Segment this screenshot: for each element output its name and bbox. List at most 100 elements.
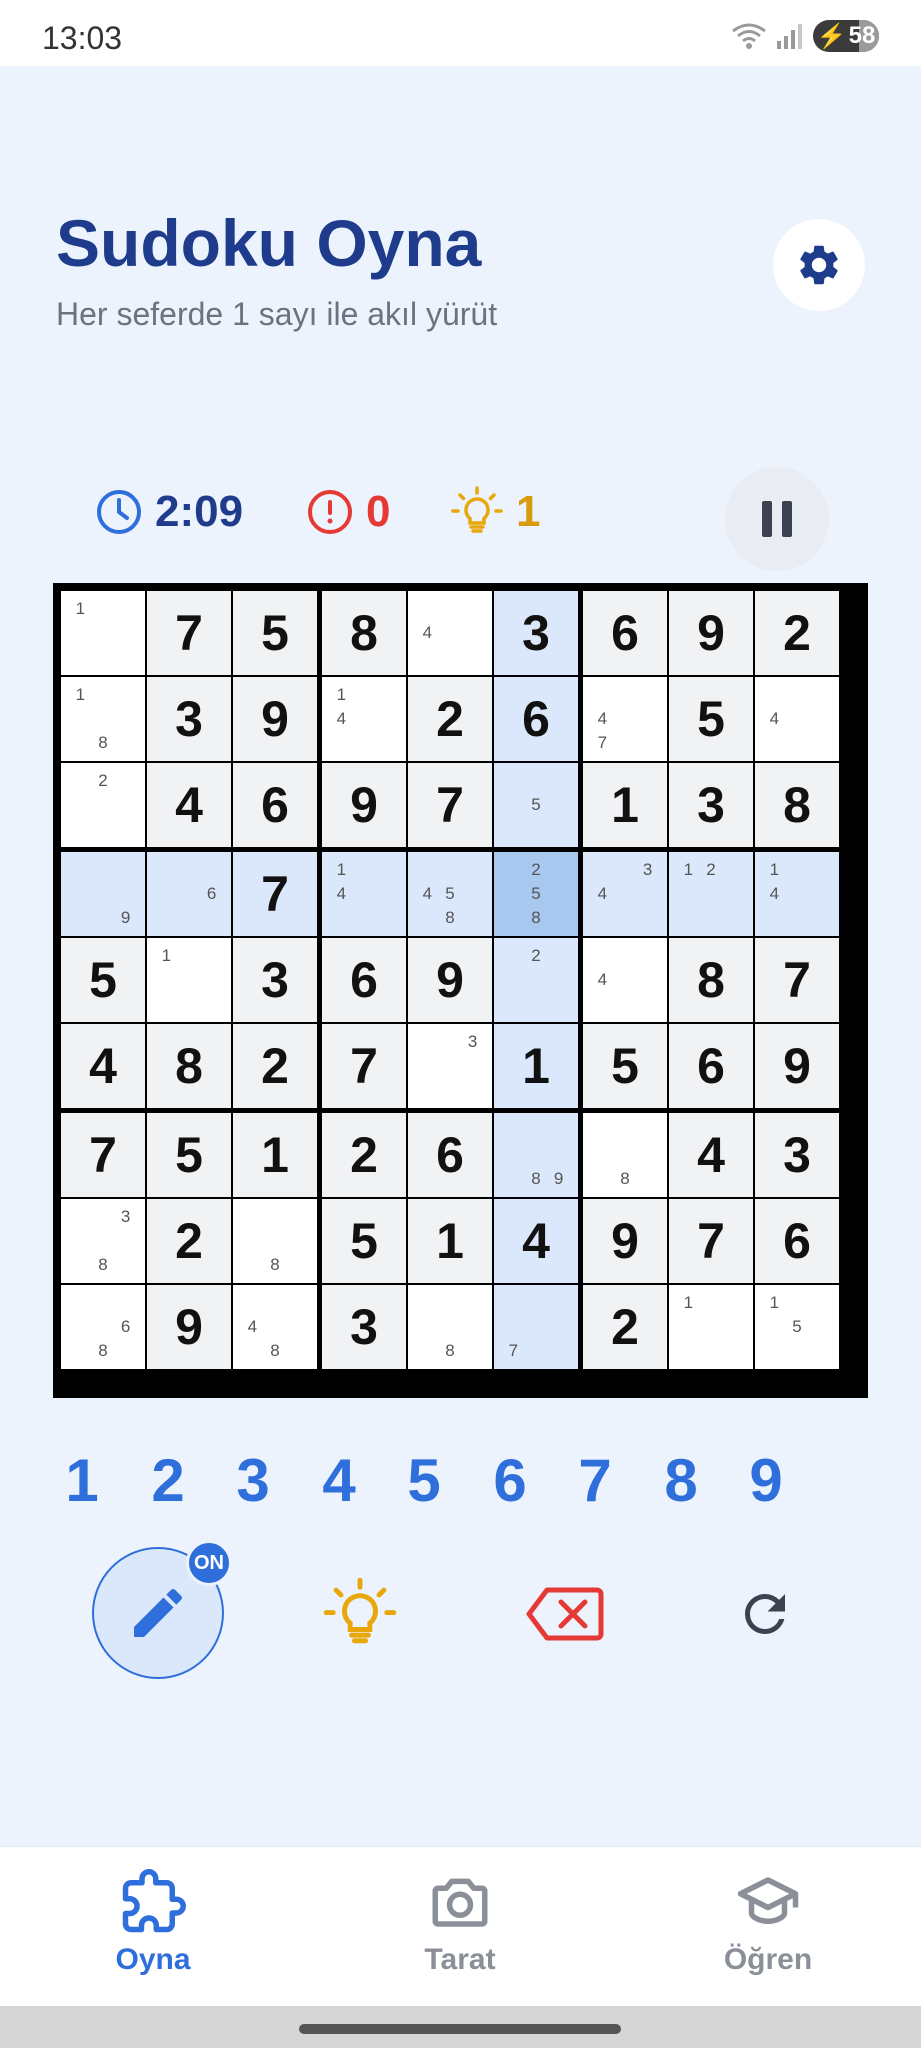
sudoku-cell[interactable]: 1 [494,1024,578,1108]
sudoku-cell[interactable]: 14 [322,852,406,936]
sudoku-cell[interactable]: 4 [583,938,667,1022]
sudoku-cell[interactable]: 7 [494,1285,578,1369]
sudoku-cell[interactable]: 4 [669,1113,753,1197]
sudoku-cell[interactable]: 9 [408,938,492,1022]
sudoku-cell[interactable]: 2 [61,763,145,847]
number-button[interactable]: 6 [475,1440,545,1520]
sudoku-cell[interactable]: 1 [583,763,667,847]
sudoku-cell[interactable]: 6 [408,1113,492,1197]
sudoku-cell[interactable]: 8 [147,1024,231,1108]
sudoku-cell[interactable]: 3 [755,1113,839,1197]
sudoku-cell[interactable]: 7 [147,591,231,675]
sudoku-cell[interactable]: 6 [147,852,231,936]
sudoku-cell[interactable]: 6 [755,1199,839,1283]
sudoku-cell[interactable]: 8 [408,1285,492,1369]
sudoku-cell[interactable]: 6 [233,763,317,847]
sudoku-cell[interactable]: 5 [61,938,145,1022]
settings-button[interactable] [773,219,865,311]
sudoku-cell[interactable]: 6 [322,938,406,1022]
sudoku-cell[interactable]: 1 [669,1285,753,1369]
sudoku-cell[interactable]: 45 8 [408,852,492,936]
sudoku-cell[interactable]: 2 [147,1199,231,1283]
sudoku-cell[interactable]: 5 [322,1199,406,1283]
sudoku-cell[interactable]: 2 [233,1024,317,1108]
sudoku-cell[interactable]: 6 [669,1024,753,1108]
sudoku-cell[interactable]: 2 [755,591,839,675]
sudoku-cell[interactable]: 8 [322,591,406,675]
sudoku-cell[interactable]: 5 [147,1113,231,1197]
sudoku-cell[interactable]: 9 [61,852,145,936]
sudoku-cell[interactable]: 2 [408,677,492,761]
sudoku-cell[interactable]: 14 [755,852,839,936]
sudoku-cell[interactable]: 9 [669,591,753,675]
number-button[interactable]: 1 [47,1440,117,1520]
sudoku-cell[interactable]: 4 [147,763,231,847]
sudoku-cell[interactable]: 7 [322,1024,406,1108]
sudoku-cell[interactable]: 1 [61,591,145,675]
sudoku-cell[interactable]: 2 [494,938,578,1022]
number-button[interactable]: 4 [304,1440,374,1520]
sudoku-cell[interactable]: 15 [755,1285,839,1369]
sudoku-cell[interactable]: 4 [61,1024,145,1108]
sudoku-cell[interactable]: 9 [755,1024,839,1108]
restart-button[interactable] [715,1568,815,1660]
sudoku-cell[interactable]: 3 [494,591,578,675]
sudoku-cell[interactable]: 7 [408,763,492,847]
nav-oyna[interactable]: Oyna [73,1869,233,1977]
sudoku-cell[interactable]: 5 [233,591,317,675]
sudoku-cell[interactable]: 7 [61,1113,145,1197]
sudoku-cell[interactable]: 68 [61,1285,145,1369]
erase-button[interactable] [515,1568,615,1660]
sudoku-cell[interactable]: 8 [755,763,839,847]
sudoku-cell[interactable]: 8 [583,1113,667,1197]
sudoku-cell[interactable]: 4 [494,1199,578,1283]
sudoku-cell[interactable]: 34 [583,852,667,936]
sudoku-cell[interactable]: 2 [583,1285,667,1369]
sudoku-cell[interactable]: 6 [494,677,578,761]
sudoku-cell[interactable]: 48 [233,1285,317,1369]
sudoku-cell[interactable]: 6 [583,591,667,675]
number-button[interactable]: 9 [731,1440,801,1520]
sudoku-cell[interactable]: 9 [322,763,406,847]
sudoku-cell[interactable]: 7 [755,938,839,1022]
sudoku-cell[interactable]: 1 [408,1199,492,1283]
sudoku-cell[interactable]: 8 [669,938,753,1022]
nav-ogren[interactable]: Öğren [688,1869,848,1977]
sudoku-cell[interactable]: 38 [61,1199,145,1283]
sudoku-cell[interactable]: 2 [322,1113,406,1197]
sudoku-cell[interactable]: 14 [322,677,406,761]
nav-tarat[interactable]: Tarat [380,1869,540,1977]
sudoku-cell[interactable]: 3 [322,1285,406,1369]
sudoku-cell[interactable]: 5 [494,763,578,847]
sudoku-cell[interactable]: 5 [669,677,753,761]
home-indicator[interactable] [299,2024,621,2034]
sudoku-cell[interactable]: 1 [233,1113,317,1197]
pause-button[interactable] [725,467,829,571]
hint-button[interactable] [310,1568,410,1660]
sudoku-cell[interactable]: 9 [147,1285,231,1369]
sudoku-cell[interactable]: 1 [147,938,231,1022]
sudoku-cell[interactable]: 9 [583,1199,667,1283]
number-button[interactable]: 8 [646,1440,716,1520]
sudoku-cell[interactable]: 7 [233,852,317,936]
sudoku-cell[interactable]: 7 [669,1199,753,1283]
number-button[interactable]: 7 [560,1440,630,1520]
sudoku-cell[interactable]: 8 [233,1199,317,1283]
sudoku-cell[interactable]: 9 [233,677,317,761]
sudoku-cell[interactable]: 4 [755,677,839,761]
sudoku-cell[interactable]: 4 [408,591,492,675]
sudoku-cell[interactable]: 3 [408,1024,492,1108]
sudoku-cell[interactable]: 3 [233,938,317,1022]
sudoku-cell[interactable]: 18 [61,677,145,761]
number-button[interactable]: 3 [218,1440,288,1520]
number-button[interactable]: 5 [389,1440,459,1520]
sudoku-cell[interactable]: 3 [147,677,231,761]
number-button[interactable]: 2 [133,1440,203,1520]
sudoku-cell[interactable]: 89 [494,1113,578,1197]
sudoku-cell[interactable]: 47 [583,677,667,761]
sudoku-cell[interactable]: 12 [669,852,753,936]
sudoku-cell[interactable]: 2 5 8 [494,852,578,936]
sudoku-cell[interactable]: 3 [669,763,753,847]
pencil-notes: 12 [677,858,745,930]
sudoku-cell[interactable]: 5 [583,1024,667,1108]
